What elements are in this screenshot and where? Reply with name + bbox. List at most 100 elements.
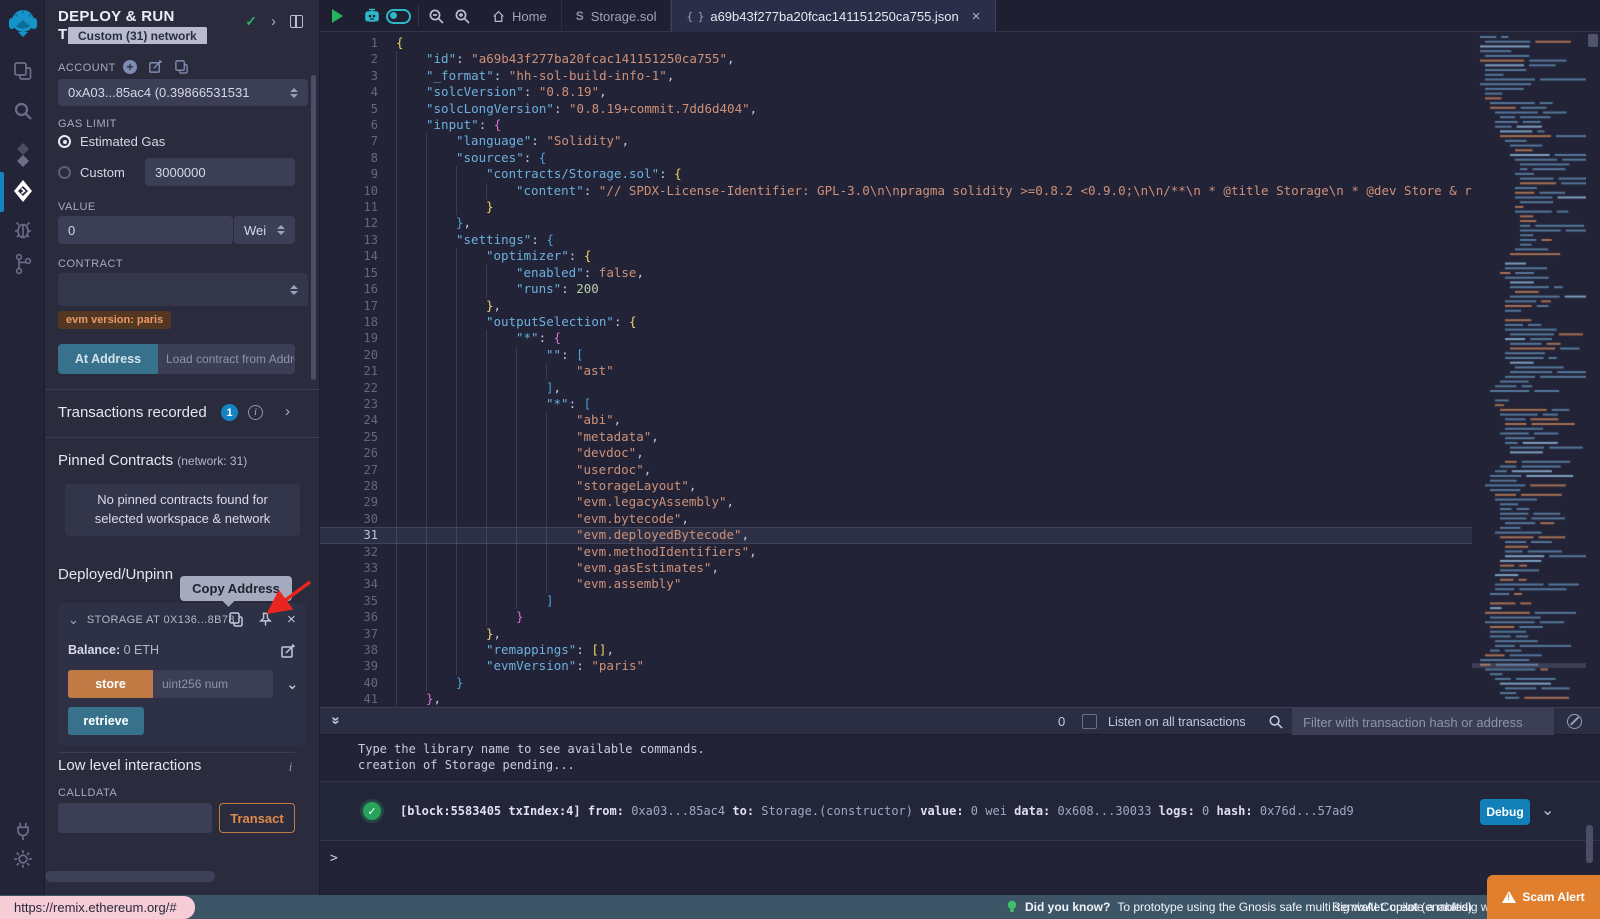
estimated-gas-radio[interactable]: [58, 135, 71, 148]
clear-console-icon[interactable]: [1567, 714, 1582, 729]
store-input[interactable]: uint256 num: [153, 670, 273, 698]
code-line[interactable]: 1{: [320, 35, 1472, 51]
code-line[interactable]: 9"contracts/Storage.sol": {: [320, 166, 1472, 182]
terminal[interactable]: Type the library name to see available c…: [320, 735, 1600, 895]
code-line[interactable]: 34"evm.assembly": [320, 576, 1472, 592]
copy-address-icon[interactable]: [228, 611, 244, 627]
minimap[interactable]: [1472, 32, 1586, 707]
copy-account-icon[interactable]: [174, 59, 189, 74]
code-line[interactable]: 2"id": "a69b43f277ba20fcac141151250ca755…: [320, 51, 1472, 67]
code-line[interactable]: 3"_format": "hh-sol-build-info-1",: [320, 68, 1472, 84]
account-stepper[interactable]: [290, 88, 298, 98]
code-line[interactable]: 4"solcVersion": "0.8.19",: [320, 84, 1472, 100]
plugin-manager-icon[interactable]: [0, 820, 45, 842]
terminal-scrollbar-thumb[interactable]: [1586, 825, 1593, 863]
zoom-in-icon[interactable]: [454, 0, 471, 32]
code-line[interactable]: 36}: [320, 609, 1472, 625]
store-button[interactable]: store: [68, 670, 153, 698]
code-line[interactable]: 6"input": {: [320, 117, 1472, 133]
code-line[interactable]: 28"storageLayout",: [320, 478, 1472, 494]
chevron-down-icon[interactable]: ⌄: [68, 612, 79, 628]
remix-logo[interactable]: [0, 8, 45, 38]
code-line[interactable]: 5"solcLongVersion": "0.8.19+commit.7dd6d…: [320, 101, 1472, 117]
pin-panel-icon[interactable]: [290, 15, 303, 28]
code-editor[interactable]: 1{2"id": "a69b43f277ba20fcac141151250ca7…: [320, 32, 1600, 707]
code-line[interactable]: 10"content": "// SPDX-License-Identifier…: [320, 183, 1472, 199]
transaction-log[interactable]: ✓ [block:5583405 txIndex:4] from: 0xa03.…: [320, 781, 1600, 841]
expand-transaction-icon[interactable]: ⌄: [1541, 800, 1554, 820]
code-line[interactable]: 15"enabled": false,: [320, 265, 1472, 281]
code-line[interactable]: 29"evm.legacyAssembly",: [320, 494, 1472, 510]
listen-checkbox[interactable]: [1082, 714, 1097, 729]
code-line[interactable]: 21"ast": [320, 363, 1472, 379]
deploy-run-icon[interactable]: [0, 178, 45, 204]
value-unit-select[interactable]: Wei: [233, 216, 295, 244]
debug-button[interactable]: Debug: [1480, 799, 1530, 825]
run-script-icon[interactable]: [332, 0, 343, 32]
value-input[interactable]: 0: [58, 216, 233, 244]
contract-select[interactable]: [58, 273, 308, 306]
tab-storage-sol[interactable]: SStorage.sol: [562, 0, 672, 32]
code-line[interactable]: 40}: [320, 675, 1472, 691]
custom-gas-input[interactable]: 3000000: [145, 158, 295, 186]
at-address-button[interactable]: At Address: [58, 344, 158, 374]
code-line[interactable]: 37},: [320, 626, 1472, 642]
tab-a69b43f277ba20fcac141151250ca755-json[interactable]: { }a69b43f277ba20fcac141151250ca755.json…: [671, 0, 995, 32]
custom-gas-radio[interactable]: [58, 166, 71, 179]
code-line[interactable]: 32"evm.methodIdentifiers",: [320, 544, 1472, 560]
close-tab-icon[interactable]: ×: [972, 8, 981, 25]
code-line[interactable]: 18"outputSelection": {: [320, 314, 1472, 330]
copilot-toggle-icon[interactable]: [386, 0, 411, 32]
code-line[interactable]: 22],: [320, 380, 1472, 396]
code-line[interactable]: 8"sources": {: [320, 150, 1472, 166]
code-line[interactable]: 16"runs": 200: [320, 281, 1472, 297]
panel-scrollbar[interactable]: [311, 75, 316, 380]
code-line[interactable]: 20"": [: [320, 347, 1472, 363]
edit-account-icon[interactable]: [148, 59, 163, 74]
info-icon[interactable]: i: [283, 759, 298, 774]
code-content[interactable]: 1{2"id": "a69b43f277ba20fcac141151250ca7…: [320, 35, 1472, 707]
code-line[interactable]: 41},: [320, 691, 1472, 707]
code-line[interactable]: 38"remappings": [],: [320, 642, 1472, 658]
code-line[interactable]: 13"settings": {: [320, 232, 1472, 248]
account-select[interactable]: 0xA03...85ac4 (0.39866531531: [58, 79, 308, 106]
tab-home[interactable]: Home: [478, 0, 562, 32]
expand-store-icon[interactable]: ⌄: [286, 675, 299, 693]
code-line[interactable]: 25"metadata",: [320, 429, 1472, 445]
code-line[interactable]: 19"*": {: [320, 330, 1472, 346]
scam-alert-button[interactable]: Scam Alert: [1487, 875, 1600, 919]
code-line[interactable]: 26"devdoc",: [320, 445, 1472, 461]
copilot-status[interactable]: RemixAI Copilot (enabled): [1332, 895, 1472, 919]
editor-scrollbar-thumb[interactable]: [1588, 34, 1598, 47]
add-account-icon[interactable]: +: [123, 60, 137, 74]
code-line[interactable]: 14"optimizer": {: [320, 248, 1472, 264]
calldata-input[interactable]: [58, 803, 212, 833]
retrieve-button[interactable]: retrieve: [68, 707, 144, 735]
git-icon[interactable]: [0, 252, 45, 276]
unit-stepper[interactable]: [277, 225, 285, 235]
code-line[interactable]: 33"evm.gasEstimates",: [320, 560, 1472, 576]
solidity-compiler-icon[interactable]: [0, 142, 45, 168]
remixai-robot-icon[interactable]: [362, 0, 382, 32]
search-icon[interactable]: [0, 100, 45, 122]
code-line[interactable]: 31"evm.deployedBytecode",: [320, 527, 1472, 543]
collapse-terminal-icon[interactable]: »: [328, 716, 345, 724]
code-line[interactable]: 30"evm.bytecode",: [320, 511, 1472, 527]
code-line[interactable]: 35]: [320, 593, 1472, 609]
chevron-right-icon[interactable]: ›: [271, 13, 276, 30]
settings-gear-icon[interactable]: [0, 848, 45, 870]
info-icon[interactable]: i: [248, 405, 263, 420]
code-line[interactable]: 17},: [320, 298, 1472, 314]
panel-horizontal-scrollbar[interactable]: [45, 871, 215, 882]
file-explorer-icon[interactable]: [0, 60, 45, 82]
code-line[interactable]: 27"userdoc",: [320, 462, 1472, 478]
code-line[interactable]: 39"evmVersion": "paris": [320, 658, 1472, 674]
contract-stepper[interactable]: [290, 285, 298, 295]
code-line[interactable]: 23"*": [: [320, 396, 1472, 412]
edit-balance-icon[interactable]: [280, 643, 296, 659]
transactions-expand-icon[interactable]: ›: [285, 403, 290, 420]
transact-button[interactable]: Transact: [219, 803, 295, 833]
code-line[interactable]: 24"abi",: [320, 412, 1472, 428]
filter-input[interactable]: Filter with transaction hash or address: [1292, 708, 1554, 736]
load-contract-input[interactable]: Load contract from Addre: [158, 344, 295, 374]
